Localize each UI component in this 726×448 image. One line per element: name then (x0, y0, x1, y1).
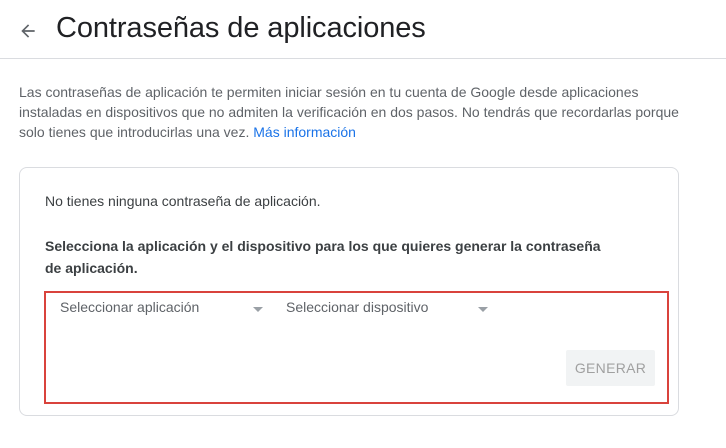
page-header: Contraseñas de aplicaciones (0, 0, 726, 59)
instruction-text: Selecciona la aplicación y el dispositiv… (45, 238, 601, 276)
app-select[interactable]: Seleccionar aplicación (60, 299, 268, 321)
back-button[interactable] (14, 17, 42, 45)
device-select-label: Seleccionar dispositivo (286, 299, 429, 315)
app-select-label: Seleccionar aplicación (60, 299, 200, 315)
dropdown-arrow-icon (478, 307, 488, 312)
empty-state-message: No tienes ninguna contraseña de aplicaci… (45, 193, 321, 209)
intro-description: Las contraseñas de aplicación te permite… (19, 82, 699, 142)
generate-button[interactable]: GENERAR (566, 350, 655, 386)
device-select[interactable]: Seleccionar dispositivo (286, 299, 494, 321)
arrow-back-icon (21, 24, 35, 38)
page-title: Contraseñas de aplicaciones (56, 12, 426, 44)
learn-more-link[interactable]: Más información (253, 124, 356, 140)
app-passwords-card: No tienes ninguna contraseña de aplicaci… (19, 167, 679, 416)
dropdown-arrow-icon (253, 307, 263, 312)
